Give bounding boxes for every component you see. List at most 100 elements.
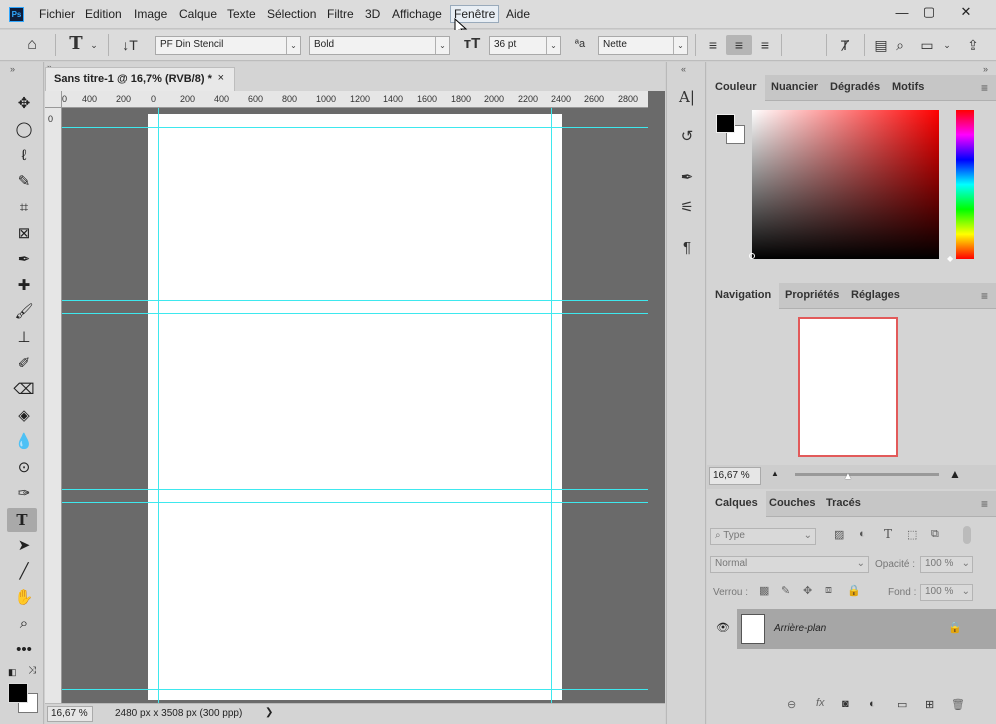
character-panel-icon[interactable]: ▤ (870, 35, 892, 55)
menu-image[interactable]: Image (134, 7, 167, 21)
ruler-origin[interactable] (45, 91, 62, 108)
lock-artboard-icon[interactable]: ⧈ (825, 584, 832, 597)
lock-pixels-icon[interactable]: ✎ (781, 584, 790, 597)
chevron-down-icon[interactable]: ⌄ (940, 35, 954, 55)
chevron-down-icon[interactable]: ⌄ (88, 35, 100, 55)
guide-line[interactable] (551, 108, 552, 703)
paragraph-panel-icon[interactable]: ¶ (672, 235, 702, 261)
close-tab-icon[interactable]: × (218, 72, 224, 84)
menu-3d[interactable]: 3D (365, 7, 380, 21)
align-center-icon[interactable]: ≡ (726, 35, 752, 55)
lock-position-icon[interactable]: ✥ (803, 584, 812, 597)
navigator-zoom-field[interactable]: 16,67 % (709, 467, 761, 485)
eyedropper-tool-icon[interactable]: ✒ (11, 248, 37, 272)
filter-smartobject-icon[interactable]: ⧉ (931, 528, 939, 541)
clone-stamp-tool-icon[interactable]: ⊥ (11, 326, 37, 350)
align-right-icon[interactable]: ≡ (754, 35, 776, 55)
healing-brush-tool-icon[interactable]: ✚ (11, 274, 37, 298)
color-field[interactable] (752, 110, 939, 259)
status-menu-icon[interactable]: ❯ (265, 707, 273, 718)
navigator-preview[interactable] (798, 317, 898, 457)
search-icon[interactable]: ⌕ (890, 35, 910, 55)
tab-couleur[interactable]: Couleur (707, 75, 765, 101)
tab-traces[interactable]: Tracés (818, 491, 869, 517)
menu-texte[interactable]: Texte (227, 7, 256, 21)
swap-colors-icon[interactable]: ⤨ (28, 665, 36, 676)
menu-selection[interactable]: Sélection (267, 7, 316, 21)
opacity-field[interactable]: 100 % ⌄ (920, 556, 973, 573)
zoom-tool-icon[interactable]: ⌕ (11, 612, 37, 636)
horizontal-ruler[interactable]: 0 400 200 0 200 400 600 800 1000 1200 14… (62, 91, 648, 108)
default-colors-icon[interactable]: ◧ (8, 667, 17, 678)
tab-degrades[interactable]: Dégradés (822, 75, 888, 101)
layer-row[interactable]: 👁 Arrière-plan 🔒 (707, 609, 996, 649)
tab-calques[interactable]: Calques (707, 491, 766, 517)
panel-menu-icon[interactable]: ≡ (981, 289, 988, 303)
zoom-out-icon[interactable]: ▲ (771, 469, 779, 478)
guide-line[interactable] (62, 689, 648, 690)
blend-mode-dropdown[interactable]: Normal ⌄ (710, 556, 869, 573)
font-family-dropdown[interactable]: PF Din Stencil ⌄ (155, 36, 301, 55)
guide-line[interactable] (62, 502, 648, 503)
crop-tool-icon[interactable]: ⌗ (11, 196, 37, 220)
quick-selection-tool-icon[interactable]: ✎ (11, 170, 37, 194)
layer-style-icon[interactable]: fx (816, 697, 825, 709)
frame-tool-icon[interactable]: ⊠ (11, 222, 37, 246)
move-tool-icon[interactable]: ✥ (11, 92, 37, 116)
filter-toggle[interactable] (963, 526, 971, 544)
workspace-icon[interactable]: ▭ (916, 35, 938, 55)
hue-slider[interactable] (956, 110, 974, 259)
guide-line[interactable] (62, 489, 648, 490)
menu-filtre[interactable]: Filtre (327, 7, 354, 21)
zoom-in-icon[interactable]: ▲ (949, 467, 961, 481)
marquee-tool-icon[interactable]: ◯ (11, 118, 37, 142)
guide-line[interactable] (158, 108, 159, 703)
lock-all-icon[interactable]: 🔒 (847, 584, 861, 597)
document-page[interactable] (148, 114, 562, 700)
brush-tool-icon[interactable]: 🖌 (11, 300, 37, 324)
type-tool-icon[interactable]: T (7, 508, 37, 532)
close-window-button[interactable]: ✕ (950, 2, 982, 22)
menu-affichage[interactable]: Affichage (392, 7, 442, 21)
blur-tool-icon[interactable]: 💧 (11, 430, 37, 454)
font-style-dropdown[interactable]: Bold ⌄ (309, 36, 450, 55)
tab-navigation[interactable]: Navigation (707, 283, 780, 309)
adjustment-layer-icon[interactable]: ◐ (869, 698, 876, 710)
eye-icon[interactable]: 👁 (716, 621, 730, 634)
brushes-panel-icon[interactable]: ⚟ (672, 195, 702, 221)
font-size-dropdown[interactable]: 36 pt ⌄ (489, 36, 561, 55)
tab-motifs[interactable]: Motifs (884, 75, 932, 101)
menu-fichier[interactable]: Fichier (39, 7, 75, 21)
zoom-slider-handle[interactable]: ▲ (843, 471, 853, 482)
menu-calque[interactable]: Calque (179, 7, 217, 21)
expand-icon[interactable]: » (983, 64, 988, 74)
layer-mask-icon[interactable]: ◙ (842, 698, 849, 710)
panel-menu-icon[interactable]: ≡ (981, 497, 988, 511)
color-picker-handle[interactable] (749, 253, 755, 259)
path-selection-tool-icon[interactable]: ➤ (11, 534, 37, 558)
home-icon[interactable]: ⌂ (20, 35, 44, 55)
warp-text-icon[interactable]: Ⱦ (834, 35, 856, 55)
maximize-button[interactable]: ▢ (913, 2, 945, 22)
tab-reglages[interactable]: Réglages (843, 283, 908, 309)
zoom-slider[interactable] (795, 473, 939, 476)
hand-tool-icon[interactable]: ✋ (11, 586, 37, 610)
foreground-color-swatch[interactable] (716, 114, 735, 133)
document-tab[interactable]: Sans titre-1 @ 16,7% (RVB/8) * × (45, 67, 235, 91)
history-panel-icon[interactable]: ↺ (672, 124, 702, 150)
delete-layer-icon[interactable]: 🗑 (951, 698, 965, 711)
dodge-tool-icon[interactable]: ⊙ (11, 456, 37, 480)
filter-shape-icon[interactable]: ⬚ (907, 528, 917, 541)
tab-couches[interactable]: Couches (761, 491, 823, 517)
lock-transparent-icon[interactable]: ▩ (759, 584, 769, 597)
brush-settings-icon[interactable]: ✒ (672, 165, 702, 191)
paint-bucket-tool-icon[interactable]: ◈ (11, 404, 37, 428)
pen-tool-icon[interactable]: ✑ (11, 482, 37, 506)
tab-nuancier[interactable]: Nuancier (763, 75, 826, 101)
menu-aide[interactable]: Aide (506, 7, 530, 21)
text-orientation-icon[interactable]: ↓T (118, 35, 142, 55)
guide-line[interactable] (62, 127, 648, 128)
tab-proprietes[interactable]: Propriétés (777, 283, 847, 309)
line-tool-icon[interactable]: ╱ (11, 560, 37, 584)
foreground-color-swatch[interactable] (8, 683, 28, 703)
